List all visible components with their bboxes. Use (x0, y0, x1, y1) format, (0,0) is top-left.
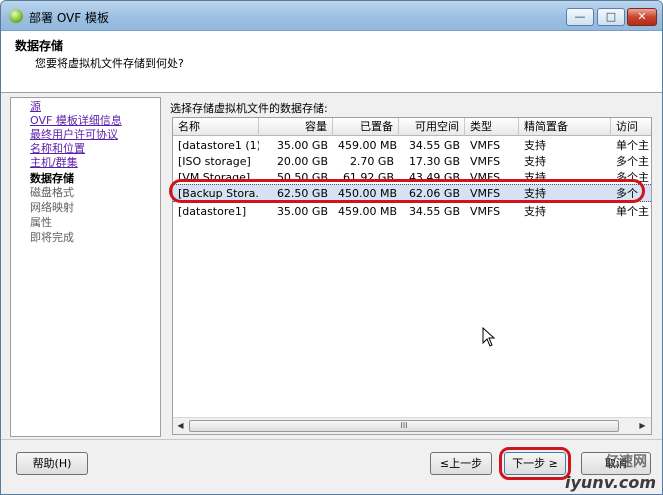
wizard-header: 数据存储 您要将虚拟机文件存储到何处? (1, 31, 662, 93)
column-header-name[interactable]: 名称 (173, 118, 259, 136)
cell-capacity: 35.00 GB (276, 205, 328, 218)
minimize-button[interactable]: — (566, 8, 594, 26)
scroll-right-icon[interactable]: ▶ (635, 419, 650, 433)
table-row[interactable]: [datastore1 (1)] 35.00 GB 459.00 MB 34.5… (173, 138, 651, 154)
cell-provisioned: 450.00 MB (338, 187, 398, 200)
step-source[interactable]: 源 (30, 100, 41, 114)
cell-capacity: 50.50 GB (276, 171, 328, 182)
window-title: 部署 OVF 模板 (29, 11, 109, 25)
wizard-steps-panel: 源 OVF 模板详细信息 最终用户许可协议 名称和位置 主机/群集 数据存储 磁… (10, 97, 161, 437)
cell-thin-provisioning: 支持 (524, 187, 546, 200)
cell-name: [datastore1] (178, 205, 247, 218)
cell-name: [VM Storage] (178, 171, 251, 182)
column-header-access[interactable]: 访问 (611, 118, 651, 136)
step-eula[interactable]: 最终用户许可协议 (30, 128, 118, 142)
footer-divider (1, 439, 662, 440)
cell-capacity: 62.50 GB (276, 187, 328, 200)
maximize-button[interactable]: □ (597, 8, 625, 26)
column-header-provisioned[interactable]: 已置备 (333, 118, 399, 136)
step-ready-to-complete: 即将完成 (30, 231, 74, 244)
step-network-mapping: 网络映射 (30, 201, 74, 214)
cell-access: 多个主 (616, 155, 649, 168)
cell-thin-provisioning: 支持 (524, 139, 546, 152)
watermark-text: 亿速网 (605, 454, 647, 470)
cell-access: 单个主 (616, 205, 649, 218)
cell-type: VMFS (470, 155, 501, 168)
cell-free-space: 34.55 GB (408, 205, 460, 218)
datastore-prompt: 选择存储虚拟机文件的数据存储: (170, 102, 328, 115)
cell-free-space: 34.55 GB (408, 139, 460, 152)
vsphere-app-icon (9, 9, 23, 23)
cell-type: VMFS (470, 171, 501, 182)
step-properties: 属性 (30, 216, 52, 229)
cell-free-space: 17.30 GB (408, 155, 460, 168)
table-row[interactable]: [datastore1] 35.00 GB 459.00 MB 34.55 GB… (173, 204, 651, 220)
cell-thin-provisioning: 支持 (524, 155, 546, 168)
cell-provisioned: 459.00 MB (338, 205, 398, 218)
cell-name: [datastore1 (1)] (178, 139, 259, 152)
title-bar[interactable]: 部署 OVF 模板 — □ ✕ (1, 1, 662, 31)
cell-thin-provisioning: 支持 (524, 205, 546, 218)
cell-provisioned: 2.70 GB (349, 155, 394, 168)
step-name-location[interactable]: 名称和位置 (30, 142, 85, 156)
step-host-cluster[interactable]: 主机/群集 (30, 156, 78, 170)
table-row[interactable]: [ISO storage] 20.00 GB 2.70 GB 17.30 GB … (173, 154, 651, 170)
next-button[interactable]: 下一步 ≥ (504, 452, 566, 475)
step-datastore: 数据存储 (30, 172, 74, 185)
scrollbar-thumb[interactable]: III (189, 420, 619, 432)
cell-type: VMFS (470, 139, 501, 152)
table-row[interactable]: [VM Storage] 50.50 GB 61.92 GB 43.49 GB … (173, 170, 651, 182)
column-header-thin-provisioning[interactable]: 精简置备 (519, 118, 611, 136)
scroll-left-icon[interactable]: ◀ (173, 419, 188, 433)
cell-provisioned: 459.00 MB (338, 139, 398, 152)
cell-type: VMFS (470, 187, 501, 200)
cell-access: 多个主 (616, 171, 649, 182)
column-header-free-space[interactable]: 可用空间 (399, 118, 465, 136)
cell-thin-provisioning: 支持 (524, 171, 546, 182)
cell-type: VMFS (470, 205, 501, 218)
table-row-selected[interactable]: [Backup Stora... 62.50 GB 450.00 MB 62.0… (173, 184, 651, 202)
page-title: 数据存储 (15, 39, 64, 53)
back-button[interactable]: ≤上一步 (430, 452, 492, 475)
column-header-capacity[interactable]: 容量 (259, 118, 333, 136)
cell-capacity: 35.00 GB (276, 139, 328, 152)
cell-free-space: 43.49 GB (408, 171, 460, 182)
step-disk-format: 磁盘格式 (30, 186, 74, 199)
column-header-type[interactable]: 类型 (465, 118, 519, 136)
help-button[interactable]: 帮助(H) (16, 452, 88, 475)
cell-provisioned: 61.92 GB (342, 171, 394, 182)
mouse-cursor-icon (482, 327, 496, 347)
page-subtitle: 您要将虚拟机文件存储到何处? (35, 57, 184, 70)
cell-name: [ISO storage] (178, 155, 251, 168)
horizontal-scrollbar[interactable]: ◀ III ▶ (173, 417, 651, 434)
cell-name: [Backup Stora... (178, 187, 259, 200)
step-ovf-details[interactable]: OVF 模板详细信息 (30, 114, 122, 128)
datastore-table: 名称 容量 已置备 可用空间 类型 精简置备 访问 [datastore1 (1… (172, 117, 652, 435)
cell-access: 单个主 (616, 139, 649, 152)
deploy-ovf-window: 部署 OVF 模板 — □ ✕ 数据存储 您要将虚拟机文件存储到何处? 源 OV… (0, 0, 663, 495)
cell-access: 多个 (616, 187, 638, 200)
table-header: 名称 容量 已置备 可用空间 类型 精简置备 访问 (173, 118, 651, 136)
cell-capacity: 20.00 GB (276, 155, 328, 168)
close-button[interactable]: ✕ (627, 8, 657, 26)
watermark-url: iyunv.com (565, 473, 657, 492)
cell-free-space: 62.06 GB (408, 187, 460, 200)
